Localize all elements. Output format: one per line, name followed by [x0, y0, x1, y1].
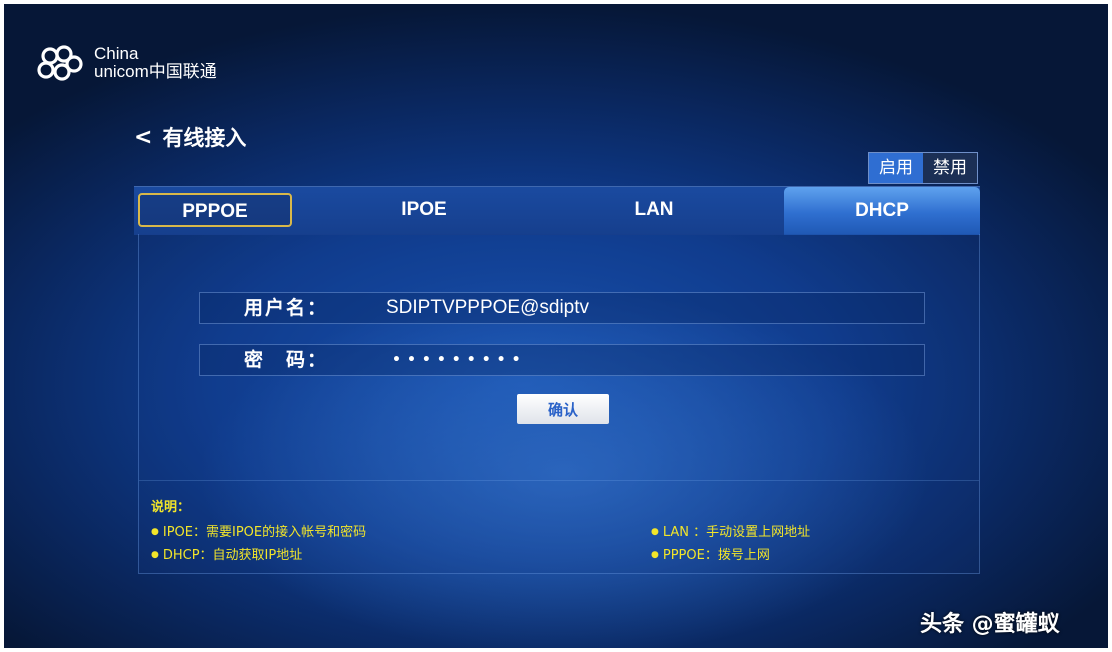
- watermark: 头条 @蜜罐蚁: [920, 612, 1060, 637]
- settings-panel: 用户名： SDIPTVPPPOE@sdiptv 密 码： ••••••••• 确…: [138, 234, 980, 574]
- notes-title: 说明：: [151, 500, 191, 515]
- note-item: ● DHCP：自动获取IP地址: [151, 548, 303, 563]
- china-unicom-logo: China unicom中国联通: [34, 42, 244, 88]
- confirm-button[interactable]: 确认: [517, 394, 609, 424]
- page-title: 有线接入: [162, 126, 247, 150]
- bullet-icon: ●: [651, 527, 659, 537]
- tab-ipoe[interactable]: IPOE: [344, 193, 504, 227]
- password-field[interactable]: 密 码： •••••••••: [199, 344, 925, 376]
- notes-divider: [139, 480, 979, 481]
- brand-english: China: [94, 44, 139, 63]
- note-item: ● IPOE：需要IPOE的接入帐号和密码: [151, 525, 367, 540]
- note-item: ● PPPOE：拨号上网: [651, 548, 770, 563]
- toggle-enable[interactable]: 启用: [869, 153, 923, 183]
- bullet-icon: ●: [651, 550, 659, 560]
- tab-lan[interactable]: LAN: [574, 193, 734, 227]
- back-button[interactable]: < 有线接入: [134, 122, 246, 152]
- unicom-knot-icon: [37, 45, 83, 81]
- bullet-icon: ●: [151, 550, 159, 560]
- brand-chinese: unicom中国联通: [94, 62, 217, 81]
- note-item: ● LAN ：手动设置上网地址: [651, 525, 811, 540]
- connection-tabs: PPPOE IPOE LAN DHCP: [134, 186, 980, 235]
- password-value: •••••••••: [392, 352, 527, 368]
- tab-dhcp[interactable]: DHCP: [784, 187, 980, 235]
- toggle-disable[interactable]: 禁用: [923, 153, 977, 183]
- username-value: SDIPTVPPPOE@sdiptv: [386, 297, 590, 318]
- bullet-icon: ●: [151, 527, 159, 537]
- username-field[interactable]: 用户名： SDIPTVPPPOE@sdiptv: [199, 292, 925, 324]
- chevron-left-icon: <: [134, 124, 153, 150]
- tv-screen: China unicom中国联通 < 有线接入 启用 禁用 PPPOE IPOE…: [4, 4, 1108, 648]
- username-label: 用户名：: [244, 297, 329, 319]
- enable-toggle[interactable]: 启用 禁用: [868, 152, 978, 184]
- tab-pppoe[interactable]: PPPOE: [138, 193, 292, 227]
- password-label: 密 码：: [244, 349, 329, 371]
